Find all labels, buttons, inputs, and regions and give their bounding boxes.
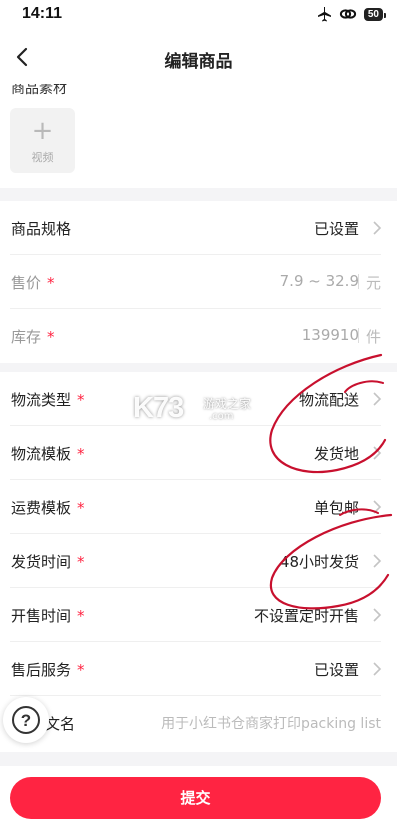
- logistics-template-row[interactable]: 物流模板 * 发货地: [0, 426, 397, 480]
- logistics-template-label: 物流模板 *: [11, 445, 85, 463]
- add-video-button[interactable]: + 视频: [10, 108, 75, 173]
- freight-template-label: 运费模板 *: [11, 499, 85, 517]
- spec-row[interactable]: 商品规格 已设置: [0, 201, 397, 255]
- logistics-section: 物流类型 * 物流配送 物流模板 * 发货地 运费模板 * 单包邮 发货时间 * 48小…: [0, 372, 397, 752]
- stock-row[interactable]: 库存 * 139910 件: [0, 309, 397, 363]
- spec-label: 商品规格: [11, 220, 72, 238]
- stock-unit: 件: [357, 328, 381, 346]
- price-unit: 元: [357, 274, 381, 292]
- stock-label: 库存 *: [11, 328, 55, 346]
- link-icon: [339, 9, 356, 19]
- price-label: 售价 *: [11, 274, 55, 292]
- plus-icon: +: [31, 116, 54, 146]
- after-sales-row[interactable]: 售后服务 * 已设置: [0, 642, 397, 696]
- nav-bar: 编辑商品: [0, 30, 397, 84]
- english-name-input[interactable]: 用于小红书仓商家打印packing list: [161, 713, 381, 733]
- chevron-right-icon: [373, 392, 382, 406]
- spec-value: 已设置: [313, 220, 359, 238]
- price-row[interactable]: 售价 * 7.9 ~ 32.9 元: [0, 255, 397, 309]
- freight-template-row[interactable]: 运费模板 * 单包邮: [0, 480, 397, 534]
- chevron-right-icon: [373, 446, 382, 460]
- after-sales-value: 已设置: [313, 661, 359, 679]
- logistics-template-value: 发货地: [313, 445, 359, 463]
- ship-time-value: 48小时发货: [279, 553, 359, 571]
- after-sales-label: 售后服务 *: [11, 661, 85, 679]
- page-title: 编辑商品: [164, 52, 233, 72]
- ship-time-row[interactable]: 发货时间 * 48小时发货: [0, 534, 397, 588]
- battery-indicator: 50: [363, 7, 387, 21]
- question-icon: ?: [12, 706, 40, 734]
- status-bar: 14:11 50: [0, 0, 397, 30]
- english-name-row[interactable]: 文名 用于小红书仓商家打印packing list: [0, 696, 397, 750]
- freight-template-value: 单包邮: [313, 499, 359, 517]
- help-button[interactable]: ?: [3, 697, 49, 743]
- chevron-right-icon: [373, 554, 382, 568]
- sale-time-row[interactable]: 开售时间 * 不设置定时开售: [0, 588, 397, 642]
- spec-section: 商品规格 已设置 售价 * 7.9 ~ 32.9 元 库存 * 139910 件: [0, 201, 397, 363]
- submit-button[interactable]: 提交: [10, 777, 381, 819]
- svg-text:?: ?: [21, 711, 31, 730]
- bottom-bar: 提交: [0, 766, 397, 823]
- ship-time-label: 发货时间 *: [11, 553, 85, 571]
- logistics-type-value: 物流配送: [298, 391, 359, 409]
- sale-time-value: 不设置定时开售: [253, 607, 359, 625]
- english-name-label: 文名: [45, 715, 76, 733]
- stock-value: 139910: [301, 326, 359, 344]
- logistics-type-row[interactable]: 物流类型 * 物流配送: [0, 372, 397, 426]
- chevron-right-icon: [373, 500, 382, 514]
- airplane-icon: [317, 7, 331, 22]
- material-section: 商品素材 + 视频: [0, 84, 397, 188]
- video-label: 视频: [31, 151, 54, 164]
- chevron-right-icon: [373, 221, 382, 235]
- chevron-right-icon: [373, 662, 382, 676]
- status-icons: 50: [316, 6, 387, 22]
- sale-time-label: 开售时间 *: [11, 607, 85, 625]
- status-time: 14:11: [22, 5, 63, 22]
- chevron-right-icon: [373, 608, 382, 622]
- material-title: 商品素材: [11, 84, 67, 97]
- price-value: 7.9 ~ 32.9: [279, 272, 359, 290]
- logistics-type-label: 物流类型 *: [11, 391, 85, 409]
